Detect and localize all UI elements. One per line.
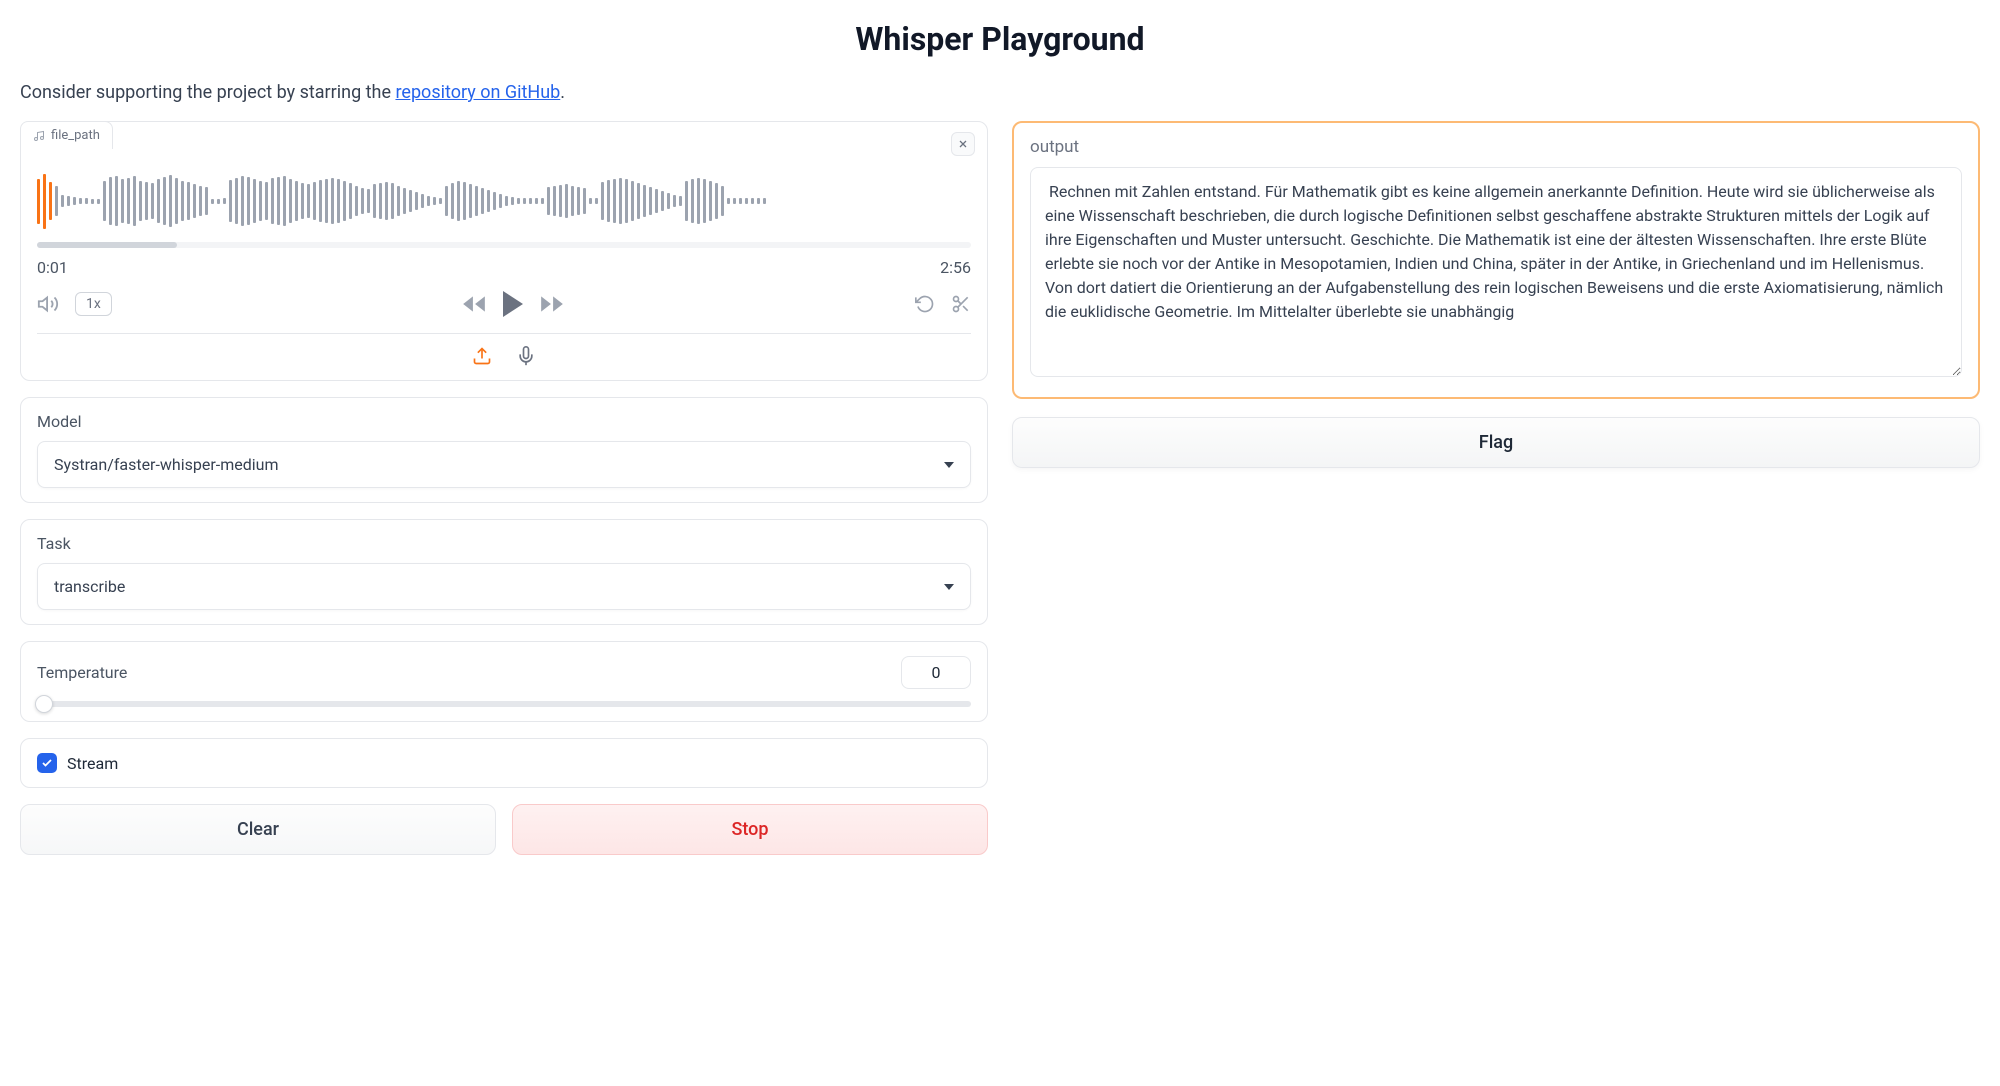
temperature-panel: Temperature 0 xyxy=(20,641,988,722)
trim-icon[interactable] xyxy=(951,294,971,314)
music-note-icon xyxy=(33,130,45,142)
action-buttons: Clear Stop xyxy=(20,804,988,855)
file-tab: file_path xyxy=(20,121,113,149)
rewind-icon[interactable] xyxy=(461,291,487,317)
support-suffix: . xyxy=(560,82,565,103)
model-value: Systran/faster-whisper-medium xyxy=(54,455,278,474)
playback-speed[interactable]: 1x xyxy=(75,292,112,316)
model-panel: Model Systran/faster-whisper-medium xyxy=(20,397,988,503)
stop-button[interactable]: Stop xyxy=(512,804,988,855)
file-label: file_path xyxy=(51,128,100,143)
microphone-icon[interactable] xyxy=(516,346,536,366)
current-time: 0:01 xyxy=(37,258,68,277)
temperature-slider[interactable] xyxy=(37,701,971,707)
clear-button[interactable]: Clear xyxy=(20,804,496,855)
support-prefix: Consider supporting the project by starr… xyxy=(20,82,395,103)
task-panel: Task transcribe xyxy=(20,519,988,625)
close-audio-button[interactable] xyxy=(951,132,975,156)
flag-button[interactable]: Flag xyxy=(1012,417,1980,468)
forward-icon[interactable] xyxy=(539,291,565,317)
audio-progress[interactable] xyxy=(37,242,971,248)
volume-icon[interactable] xyxy=(37,293,59,315)
audio-panel: file_path 0:01 2:56 1x xyxy=(20,121,988,381)
upload-icon[interactable] xyxy=(472,346,492,366)
model-label: Model xyxy=(37,412,971,431)
task-value: transcribe xyxy=(54,577,125,596)
chevron-down-icon xyxy=(944,584,954,590)
stream-checkbox[interactable] xyxy=(37,753,57,773)
model-select[interactable]: Systran/faster-whisper-medium xyxy=(37,441,971,488)
chevron-down-icon xyxy=(944,462,954,468)
github-link[interactable]: repository on GitHub xyxy=(395,82,560,103)
task-select[interactable]: transcribe xyxy=(37,563,971,610)
temperature-value[interactable]: 0 xyxy=(901,656,971,689)
total-time: 2:56 xyxy=(940,258,971,277)
task-label: Task xyxy=(37,534,971,553)
temperature-label: Temperature xyxy=(37,663,127,682)
page-title: Whisper Playground xyxy=(20,20,1980,58)
output-textarea[interactable] xyxy=(1030,167,1962,377)
stream-label: Stream xyxy=(67,754,118,773)
stream-panel: Stream xyxy=(20,738,988,788)
output-panel: output xyxy=(1012,121,1980,399)
slider-thumb[interactable] xyxy=(35,695,53,713)
undo-icon[interactable] xyxy=(915,294,935,314)
output-label: output xyxy=(1030,137,1962,157)
waveform[interactable] xyxy=(37,166,971,236)
support-text: Consider supporting the project by starr… xyxy=(20,82,1980,103)
play-button[interactable] xyxy=(503,291,523,317)
